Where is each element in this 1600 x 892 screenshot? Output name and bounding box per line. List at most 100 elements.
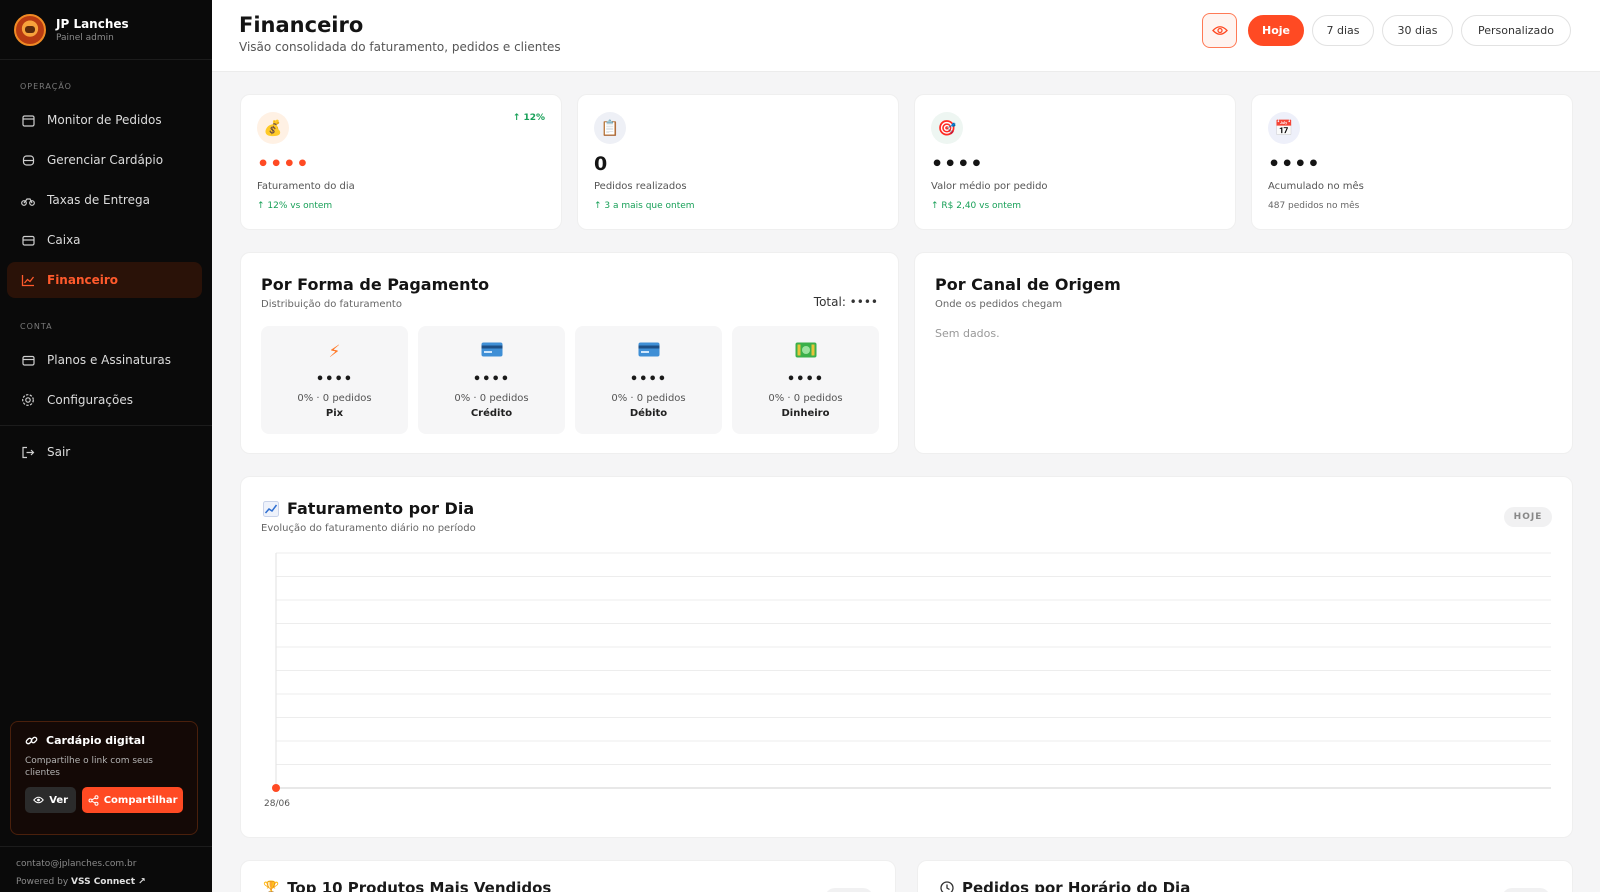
toggle-visibility-button[interactable] bbox=[1202, 13, 1237, 48]
sidebar-divider bbox=[0, 425, 212, 426]
sidebar-item-configuracoes[interactable]: Configurações bbox=[7, 382, 202, 418]
hourly-orders-title-text: Pedidos por Horário do Dia bbox=[962, 879, 1191, 892]
top-products-card: 🏆 Top 10 Produtos Mais Vendidos bbox=[240, 860, 896, 892]
chart-x-tick-label: 28/06 bbox=[264, 799, 290, 809]
sidebar-item-label: Sair bbox=[47, 445, 71, 459]
link-icon bbox=[25, 734, 38, 747]
sidebar-item-monitor-pedidos[interactable]: Monitor de Pedidos bbox=[7, 102, 202, 138]
hourly-orders-title: Pedidos por Horário do Dia bbox=[940, 879, 1190, 892]
brand[interactable]: JP Lanches Painel admin bbox=[0, 0, 212, 60]
chart-line-icon bbox=[21, 273, 35, 287]
hourly-orders-tag bbox=[1502, 888, 1550, 892]
revenue-line-chart: 28/06 bbox=[264, 552, 1551, 809]
clock-icon bbox=[940, 881, 954, 892]
kpi-value: •••• bbox=[931, 153, 984, 175]
eye-icon bbox=[1211, 25, 1228, 36]
top-products-title-text: Top 10 Produtos Mais Vendidos bbox=[287, 879, 552, 892]
filter-hoje[interactable]: Hoje bbox=[1248, 15, 1304, 46]
payment-value: •••• bbox=[315, 372, 354, 387]
money-bag-icon: 💰 bbox=[257, 112, 289, 144]
channels-card: Por Canal de Origem Onde os pedidos cheg… bbox=[914, 252, 1573, 454]
chart-grid bbox=[276, 552, 1551, 765]
sidebar-item-caixa[interactable]: Caixa bbox=[7, 222, 202, 258]
payment-value: •••• bbox=[472, 372, 511, 387]
sidebar-item-taxas-entrega[interactable]: Taxas de Entrega bbox=[7, 182, 202, 218]
hourly-orders-card: Pedidos por Horário do Dia bbox=[917, 860, 1573, 892]
section-label-conta: CONTA bbox=[20, 322, 53, 331]
chart-x-labels: 28/06 bbox=[264, 799, 290, 809]
channels-title: Por Canal de Origem bbox=[935, 275, 1121, 294]
section-label-operacao: OPERAÇÃO bbox=[20, 82, 72, 91]
filter-7-dias[interactable]: 7 dias bbox=[1312, 15, 1374, 46]
payment-meta: 0% · 0 pedidos bbox=[454, 393, 529, 404]
view-menu-button[interactable]: Ver bbox=[25, 787, 77, 813]
brand-name: JP Lanches bbox=[56, 16, 129, 31]
kpi-value: •••• bbox=[1268, 153, 1321, 175]
kpi-card-acumulado-mes: 📅 •••• Acumulado no mês 487 pedidos no m… bbox=[1251, 94, 1573, 230]
payment-meta: 0% · 0 pedidos bbox=[297, 393, 372, 404]
digital-menu-title-text: Cardápio digital bbox=[46, 734, 145, 747]
payment-methods-title: Por Forma de Pagamento bbox=[261, 275, 490, 294]
filter-30-dias[interactable]: 30 dias bbox=[1382, 15, 1453, 46]
share-menu-button[interactable]: Compartilhar bbox=[82, 787, 183, 813]
sidebar-item-gerenciar-cardapio[interactable]: Gerenciar Cardápio bbox=[7, 142, 202, 178]
payment-method-credito: •••• 0% · 0 pedidos Crédito bbox=[418, 326, 565, 434]
brand-logo bbox=[14, 13, 46, 46]
kpi-card-pedidos: 📋 0 Pedidos realizados ↑ 3 a mais que on… bbox=[577, 94, 899, 230]
digital-menu-title: Cardápio digital bbox=[25, 734, 183, 747]
brand-subtitle: Painel admin bbox=[56, 32, 114, 43]
share-menu-label: Compartilhar bbox=[103, 794, 178, 806]
sidebar-item-label: Taxas de Entrega bbox=[47, 193, 150, 207]
clipboard-icon: 📋 bbox=[594, 112, 626, 144]
payment-methods-card: Por Forma de Pagamento Distribuição do f… bbox=[240, 252, 899, 454]
calendar-icon: 📅 bbox=[1268, 112, 1300, 144]
kpi-label: Faturamento do dia bbox=[257, 181, 355, 192]
view-menu-label: Ver bbox=[49, 794, 69, 806]
contact-email[interactable]: contato@jplanches.com.br bbox=[16, 859, 136, 869]
credit-card-icon bbox=[21, 353, 35, 367]
credit-card-icon bbox=[418, 342, 565, 362]
sidebar-item-financeiro[interactable]: Financeiro bbox=[7, 262, 202, 298]
sidebar-item-sair[interactable]: Sair bbox=[7, 434, 202, 470]
chart-series bbox=[272, 784, 280, 792]
payment-name: Débito bbox=[629, 408, 668, 419]
top-products-title: 🏆 Top 10 Produtos Mais Vendidos bbox=[263, 879, 551, 892]
top-products-tag bbox=[825, 888, 873, 892]
digital-menu-description: Compartilhe o link com seus clientes bbox=[25, 756, 153, 778]
sidebar-item-label: Monitor de Pedidos bbox=[47, 113, 162, 127]
kpi-footer: ↑ R$ 2,40 vs ontem bbox=[931, 201, 1022, 211]
filter-personalizado[interactable]: Personalizado bbox=[1461, 15, 1571, 46]
lightning-icon: ⚡ bbox=[328, 342, 341, 362]
logout-icon bbox=[21, 445, 35, 459]
sidebar-item-label: Financeiro bbox=[47, 273, 119, 287]
bike-icon bbox=[21, 193, 35, 207]
payment-method-pix: ⚡ •••• 0% · 0 pedidos Pix bbox=[261, 326, 408, 434]
calendar-icon bbox=[21, 113, 35, 127]
payment-total: Total: •••• bbox=[813, 295, 878, 309]
powered-by-prefix: Powered by bbox=[16, 877, 69, 887]
sidebar-item-planos-assinaturas[interactable]: Planos e Assinaturas bbox=[7, 342, 202, 378]
sidebar-item-label: Caixa bbox=[47, 233, 81, 247]
kpi-badge: ↑ 12% bbox=[512, 113, 545, 123]
payment-meta: 0% · 0 pedidos bbox=[768, 393, 843, 404]
payment-name: Pix bbox=[325, 408, 344, 419]
channels-empty-state: Sem dados. bbox=[935, 327, 1000, 340]
page-subtitle: Visão consolidada do faturamento, pedido… bbox=[239, 40, 561, 54]
kpi-value: •••• bbox=[257, 153, 310, 175]
payment-meta: 0% · 0 pedidos bbox=[611, 393, 686, 404]
share-icon bbox=[88, 794, 99, 806]
powered-by: Powered by VSS Connect ↗ bbox=[16, 877, 146, 887]
kpi-card-ticket-medio: 🎯 •••• Valor médio por pedido ↑ R$ 2,40 … bbox=[914, 94, 1236, 230]
page-title: Financeiro bbox=[239, 13, 364, 37]
payment-name: Crédito bbox=[470, 408, 513, 419]
kpi-footer: ↑ 12% vs ontem bbox=[257, 201, 333, 211]
payment-method-dinheiro: •••• 0% · 0 pedidos Dinheiro bbox=[732, 326, 879, 434]
kpi-value: 0 bbox=[594, 153, 609, 175]
channels-subtitle: Onde os pedidos chegam bbox=[935, 299, 1063, 310]
eye-icon bbox=[33, 796, 45, 804]
chart-point[interactable] bbox=[272, 784, 280, 792]
powered-by-link[interactable]: VSS Connect ↗ bbox=[71, 877, 146, 887]
kpi-footer: ↑ 3 a mais que ontem bbox=[594, 201, 695, 211]
cash-register-icon bbox=[21, 233, 35, 247]
sidebar-item-label: Configurações bbox=[47, 393, 133, 407]
